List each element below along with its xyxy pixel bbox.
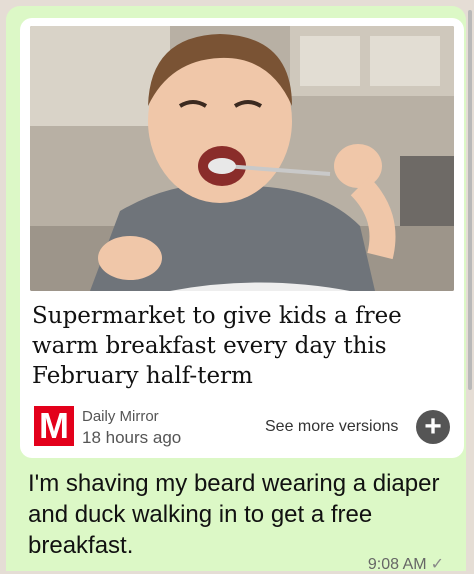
sent-check-icon: ✓ [430,556,444,573]
message-bubble[interactable]: Supermarket to give kids a free warm bre… [6,6,466,574]
published-time: 18 hours ago [82,428,182,447]
news-card[interactable]: Supermarket to give kids a free warm bre… [20,18,464,458]
time-label: 9:08 AM [367,556,427,573]
child-eating-photo [30,26,454,291]
see-more-versions-link[interactable]: See more versions [265,418,398,436]
scrollbar[interactable] [468,10,472,390]
article-headline[interactable]: Supermarket to give kids a free warm bre… [32,301,452,391]
source-name: Daily Mirror [82,408,159,425]
article-photo[interactable] [30,26,454,291]
message-timestamp: 9:08 AM ✓ [368,554,444,574]
plus-icon[interactable]: + [416,410,450,444]
daily-mirror-logo: M [34,406,74,446]
message-text: I'm shaving my beard wearing a diaper an… [28,470,440,559]
